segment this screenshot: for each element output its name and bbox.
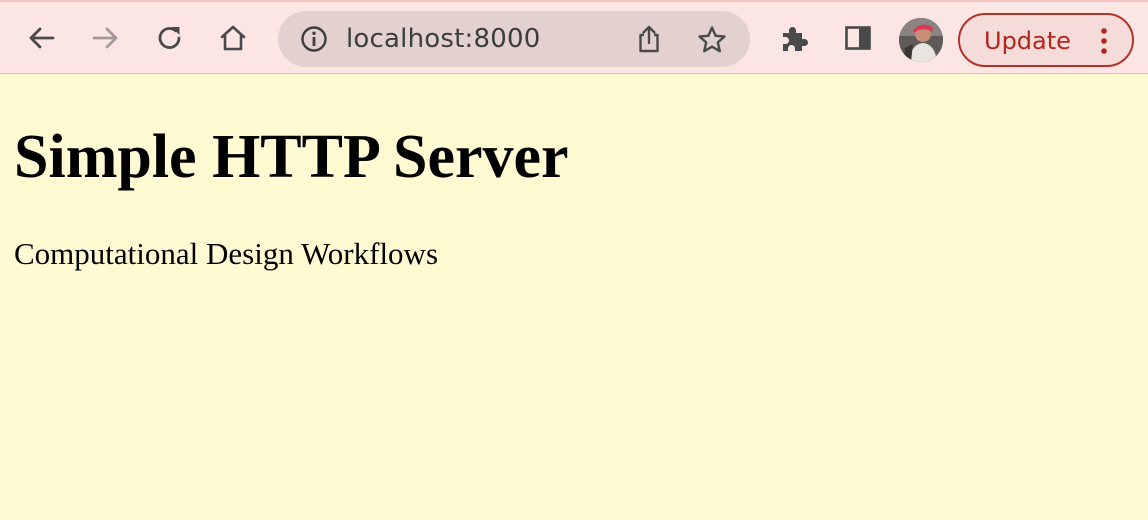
- share-icon[interactable]: [634, 24, 664, 54]
- reload-icon: [158, 27, 181, 49]
- page-subtitle: Computational Design Workflows: [14, 236, 439, 271]
- back-button[interactable]: [20, 16, 64, 60]
- reload-button[interactable]: [148, 16, 192, 60]
- back-arrow-icon: [29, 27, 55, 49]
- profile-avatar[interactable]: [899, 18, 943, 62]
- update-button[interactable]: Update: [958, 13, 1134, 67]
- three-dots-vertical-icon[interactable]: [1098, 27, 1110, 55]
- forward-arrow-icon: [92, 27, 118, 49]
- side-panel-icon: [845, 26, 871, 50]
- address-bar[interactable]: localhost:8000: [278, 11, 750, 67]
- home-button[interactable]: [211, 16, 255, 60]
- avatar-photo: [899, 18, 943, 62]
- page-title: Simple HTTP Server: [14, 123, 569, 191]
- puzzle-icon: [783, 27, 808, 51]
- forward-button[interactable]: [83, 16, 127, 60]
- side-panel-button[interactable]: [836, 16, 880, 60]
- home-icon: [220, 25, 246, 51]
- info-icon[interactable]: [300, 25, 328, 53]
- browser-toolbar: localhost:8000 Update: [0, 0, 1148, 74]
- url-text[interactable]: localhost:8000: [346, 11, 540, 67]
- update-button-label: Update: [984, 27, 1071, 55]
- extensions-button[interactable]: [772, 16, 816, 60]
- star-icon[interactable]: [696, 24, 728, 56]
